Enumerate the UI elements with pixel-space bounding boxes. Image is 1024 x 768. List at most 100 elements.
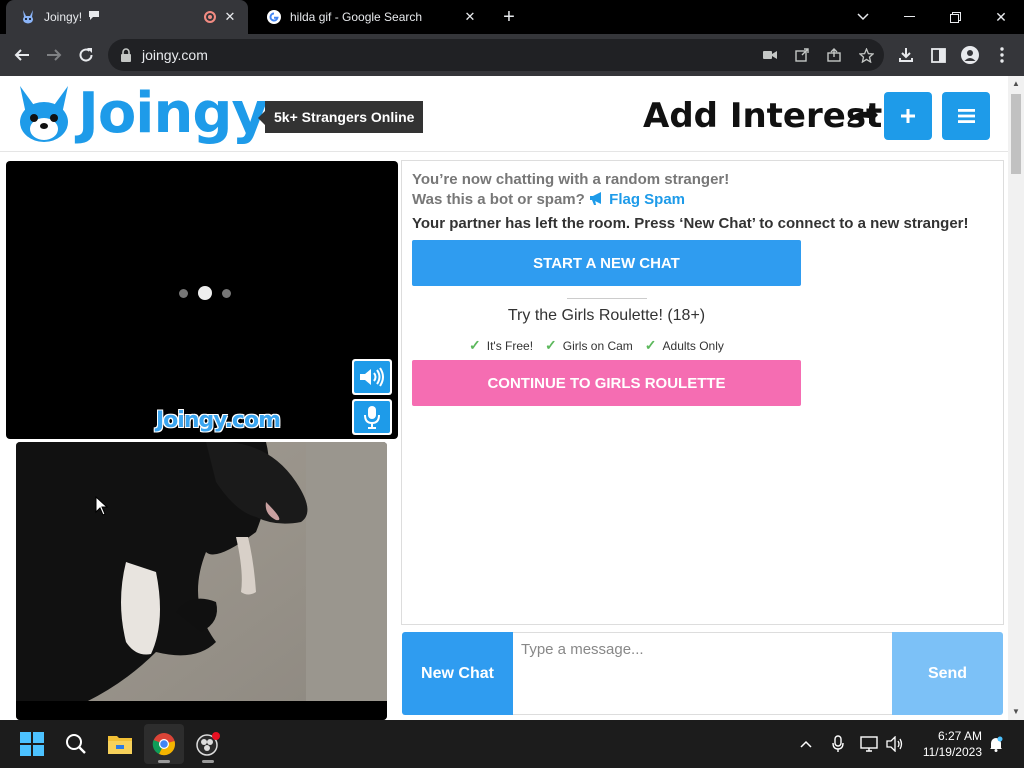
scrollbar-thumb[interactable] bbox=[1011, 94, 1021, 174]
tab-search-chevron-icon[interactable] bbox=[840, 0, 886, 34]
flag-spam-link[interactable]: Flag Spam bbox=[589, 191, 685, 208]
browser-toolbar: joingy.com bbox=[0, 34, 1024, 76]
scroll-up-arrow-icon[interactable]: ▲ bbox=[1008, 76, 1024, 92]
volume-button[interactable] bbox=[352, 359, 392, 395]
start-new-chat-button[interactable]: START A NEW CHAT bbox=[412, 240, 801, 286]
taskbar-search-button[interactable] bbox=[56, 724, 96, 764]
feature-item: ✓ It's Free! bbox=[469, 337, 533, 354]
connected-message: You’re now chatting with a random strang… bbox=[412, 171, 730, 188]
joingy-favicon-icon bbox=[20, 9, 36, 25]
open-in-app-icon[interactable] bbox=[790, 43, 814, 67]
download-icon[interactable] bbox=[892, 41, 920, 69]
roulette-promo-title: Try the Girls Roulette! (18+) bbox=[507, 307, 706, 324]
web-page: Joingy 5k+ Strangers Online Add Interest… bbox=[0, 76, 1008, 720]
obs-taskbar-button[interactable] bbox=[188, 724, 228, 764]
partner-left-message: Your partner has left the room. Press ‘N… bbox=[412, 215, 969, 232]
tab-strip: Joingy! ✕ hilda gif - Google Search ✕ + … bbox=[0, 0, 1024, 34]
flag-spam-label: Flag Spam bbox=[609, 191, 686, 208]
add-interest-button[interactable] bbox=[884, 92, 932, 140]
system-clock[interactable]: 6:27 AM 11/19/2023 bbox=[910, 728, 982, 760]
new-tab-button[interactable]: + bbox=[498, 6, 520, 28]
camera-in-use-icon[interactable] bbox=[758, 43, 782, 67]
close-tab-icon[interactable]: ✕ bbox=[222, 9, 238, 25]
logo-text: Joingy bbox=[78, 81, 268, 146]
new-chat-button[interactable]: New Chat bbox=[402, 632, 513, 715]
forward-button[interactable] bbox=[40, 41, 68, 69]
start-button[interactable] bbox=[12, 724, 52, 764]
address-bar[interactable]: joingy.com bbox=[108, 39, 884, 71]
lock-icon[interactable] bbox=[120, 48, 132, 62]
self-camera-video bbox=[16, 442, 387, 720]
checkmark-icon: ✓ bbox=[469, 337, 481, 353]
microphone-icon bbox=[364, 406, 380, 429]
checkmark-icon: ✓ bbox=[545, 337, 557, 353]
url-text: joingy.com bbox=[142, 47, 208, 63]
back-button[interactable] bbox=[8, 41, 36, 69]
show-hidden-icons-chevron-icon[interactable] bbox=[796, 720, 816, 768]
mouse-cursor-icon bbox=[95, 496, 109, 516]
bunny-mascot-icon bbox=[20, 86, 68, 142]
tab-title: hilda gif - Google Search bbox=[290, 10, 423, 24]
loading-dot bbox=[179, 288, 188, 298]
speaker-icon bbox=[360, 367, 384, 387]
active-app-indicator bbox=[158, 760, 170, 763]
feature-label: It's Free! bbox=[486, 338, 534, 353]
search-icon bbox=[66, 734, 86, 754]
volume-tray-icon[interactable] bbox=[884, 720, 906, 768]
megaphone-icon bbox=[589, 192, 601, 205]
camera-feed-image bbox=[16, 442, 387, 720]
browser-menu-icon[interactable] bbox=[988, 41, 1016, 69]
windows-logo-icon bbox=[20, 732, 44, 756]
microphone-button[interactable] bbox=[352, 399, 392, 435]
loading-dot bbox=[198, 286, 212, 300]
site-header: Joingy 5k+ Strangers Online Add Interest… bbox=[0, 76, 1008, 152]
profile-avatar-icon[interactable] bbox=[956, 41, 984, 69]
close-window-button[interactable]: ✕ bbox=[978, 0, 1024, 34]
restore-button[interactable] bbox=[932, 0, 978, 34]
microphone-tray-icon[interactable] bbox=[828, 720, 848, 768]
online-count-badge: 5k+ Strangers Online bbox=[257, 101, 424, 133]
chrome-icon bbox=[152, 733, 175, 756]
running-app-indicator bbox=[202, 760, 214, 763]
bookmark-star-icon[interactable] bbox=[854, 43, 878, 67]
file-explorer-button[interactable] bbox=[100, 724, 140, 764]
notification-bell-icon[interactable] bbox=[986, 720, 1006, 768]
feature-label: Adults Only bbox=[662, 338, 724, 353]
share-icon[interactable] bbox=[822, 43, 846, 67]
joingy-logo[interactable]: Joingy bbox=[14, 81, 268, 146]
clock-time: 6:27 AM bbox=[937, 729, 982, 743]
curved-arrow-icon bbox=[847, 106, 878, 124]
recording-indicator-icon[interactable] bbox=[204, 11, 216, 23]
google-favicon-icon bbox=[266, 9, 282, 25]
tab-google-search[interactable]: hilda gif - Google Search ✕ bbox=[252, 0, 488, 34]
windows-taskbar: 6:27 AM 11/19/2023 bbox=[0, 720, 1024, 768]
continue-roulette-button[interactable]: CONTINUE TO GIRLS ROULETTE bbox=[412, 360, 801, 406]
plus-icon bbox=[901, 109, 915, 123]
checkmark-icon: ✓ bbox=[644, 337, 657, 353]
hamburger-menu-icon bbox=[957, 109, 975, 123]
tab-title: Joingy! bbox=[44, 10, 83, 24]
chat-bubble-icon bbox=[88, 10, 100, 24]
feature-item: ✓ Girls on Cam bbox=[545, 337, 633, 354]
spam-question-text: Was this a bot or spam? bbox=[412, 191, 585, 208]
feature-item: ✓ Adults Only bbox=[645, 337, 724, 354]
feature-label: Girls on Cam bbox=[562, 338, 633, 353]
message-input[interactable] bbox=[513, 632, 892, 715]
side-panel-icon[interactable] bbox=[924, 41, 952, 69]
video-watermark: Joingy.com bbox=[156, 408, 281, 433]
divider bbox=[567, 298, 647, 299]
chat-log: You’re now chatting with a random strang… bbox=[401, 160, 1004, 625]
stranger-video: Joingy.com bbox=[6, 161, 398, 439]
page-scrollbar[interactable]: ▲ ▼ bbox=[1008, 76, 1024, 720]
network-icon[interactable] bbox=[858, 720, 880, 768]
chrome-taskbar-button[interactable] bbox=[144, 724, 184, 764]
close-tab-icon[interactable]: ✕ bbox=[462, 9, 478, 25]
clock-date: 11/19/2023 bbox=[922, 745, 982, 759]
site-menu-button[interactable] bbox=[942, 92, 990, 140]
roulette-features: ✓ It's Free! ✓ Girls on Cam ✓ Adults Only bbox=[469, 337, 724, 354]
send-button[interactable]: Send bbox=[892, 632, 1003, 715]
minimize-button[interactable] bbox=[886, 0, 932, 34]
reload-button[interactable] bbox=[72, 41, 100, 69]
scroll-down-arrow-icon[interactable]: ▼ bbox=[1008, 704, 1024, 720]
tab-joingy[interactable]: Joingy! ✕ bbox=[6, 0, 248, 34]
